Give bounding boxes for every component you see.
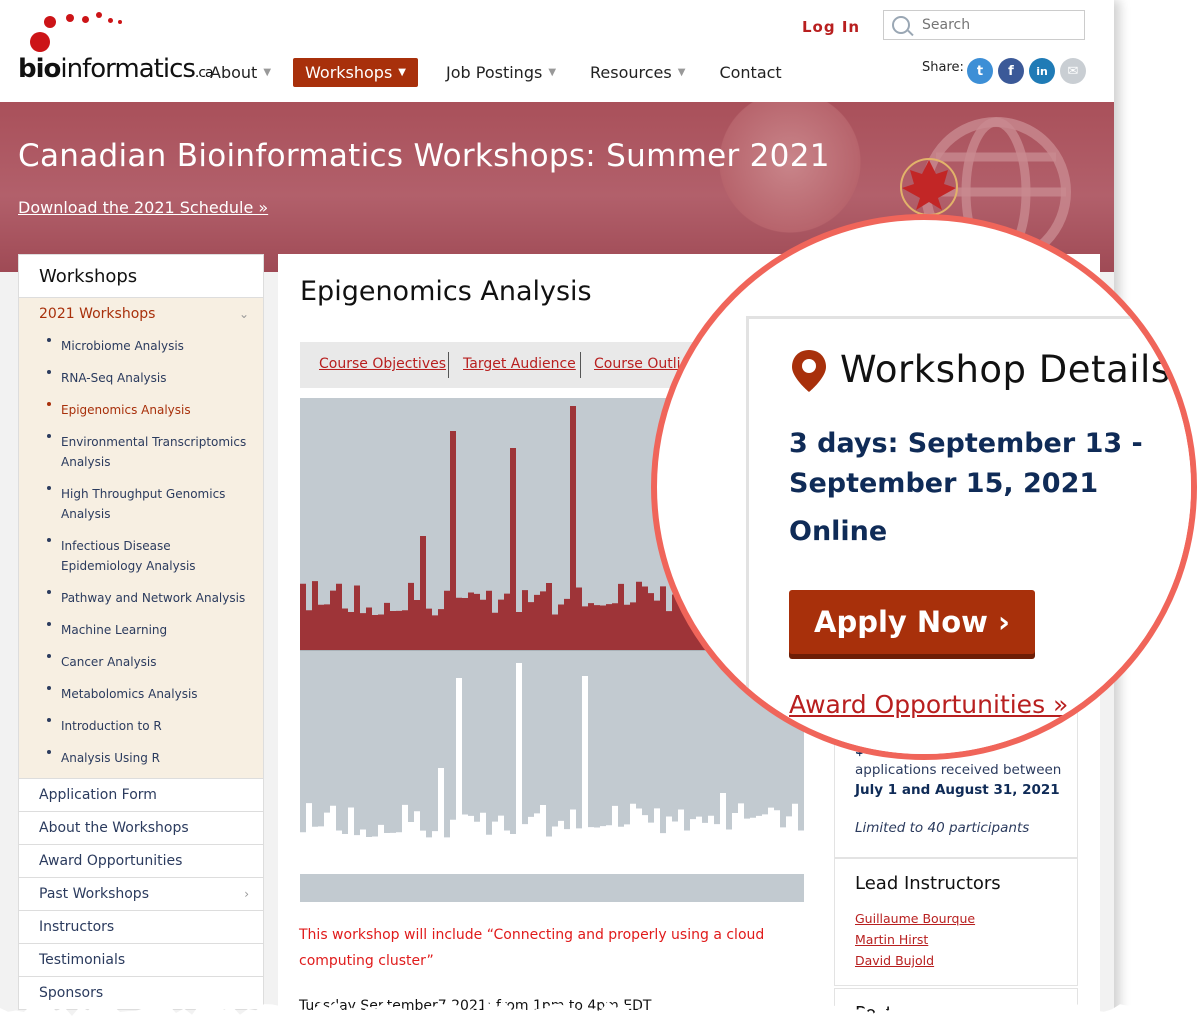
cloud-computing-note: This workshop will include “Connecting a… <box>299 927 765 969</box>
sidebar-link-instructors[interactable]: Instructors <box>18 911 264 944</box>
sidebar-link-about-workshops[interactable]: About the Workshops <box>18 812 264 845</box>
twitter-icon[interactable]: t <box>967 58 993 84</box>
chevron-down-icon: ▼ <box>548 66 557 78</box>
nav-about[interactable]: About ▼ <box>210 63 271 82</box>
email-icon[interactable]: ✉ <box>1060 58 1086 84</box>
search-box[interactable] <box>883 10 1085 40</box>
logo[interactable]: bioinformatics.ca <box>18 12 214 92</box>
chevron-down-icon: ▼ <box>398 66 406 78</box>
banner-title: Canadian Bioinformatics Workshops: Summe… <box>18 138 830 174</box>
sidebar-item-microbiome[interactable]: Microbiome Analysis <box>19 330 263 362</box>
workshop-details-title: Workshop Details <box>840 348 1171 391</box>
award-window: July 1 and August 31, 2021 <box>855 782 1060 798</box>
sidebar-link-award-opportunities[interactable]: Award Opportunities <box>18 845 264 878</box>
sidebar-item-environmental-transcriptomics[interactable]: Environmental Transcriptomics Analysis <box>19 426 263 478</box>
search-icon <box>892 16 910 34</box>
main-nav: About ▼ Workshops ▼ Job Postings ▼ Resource… <box>210 56 816 88</box>
logo-text: bioinformatics.ca <box>18 54 214 84</box>
logo-dot <box>66 14 74 22</box>
sidebar-link-application-form[interactable]: Application Form <box>18 778 264 812</box>
download-schedule-link[interactable]: Download the 2021 Schedule » <box>18 198 268 217</box>
site-header: bioinformatics.ca About ▼ Workshops ▼ Job … <box>0 0 1114 102</box>
sidebar-section-title[interactable]: 2021 Workshops ⌄ <box>19 298 263 330</box>
sidebar-item-high-throughput-genomics[interactable]: High Throughput Genomics Analysis <box>19 478 263 530</box>
chevron-down-icon: ▼ <box>677 66 686 78</box>
nav-resources[interactable]: Resources ▼ <box>590 63 685 82</box>
apply-now-button[interactable]: Apply Now › <box>789 590 1035 654</box>
workshop-dates: 3 days: September 13 - September 15, 202… <box>789 428 1143 499</box>
sidebar-link-past-workshops[interactable]: Past Workshops › <box>18 878 264 911</box>
sidebar: Workshops 2021 Workshops ⌄ Microbiome Ana… <box>18 254 264 1010</box>
nav-workshops[interactable]: Workshops ▼ <box>293 57 418 87</box>
logo-dot <box>118 20 122 24</box>
chevron-down-icon: ▼ <box>263 66 272 78</box>
logo-dot <box>44 16 56 28</box>
share-label: Share: <box>922 60 964 75</box>
login-link[interactable]: Log In <box>802 18 860 36</box>
genome-track-base <box>300 848 804 874</box>
sidebar-item-analysis-using-r[interactable]: Analysis Using R <box>19 742 263 774</box>
instructor-link[interactable]: Martin Hirst <box>855 932 928 947</box>
sidebar-item-metabolomics[interactable]: Metabolomics Analysis <box>19 678 263 710</box>
instructor-link[interactable]: David Bujold <box>855 953 934 968</box>
sidebar-link-testimonials[interactable]: Testimonials <box>18 944 264 977</box>
torn-edge <box>0 1000 1200 1028</box>
award-text: applications received between <box>855 762 1062 778</box>
nav-contact[interactable]: Contact <box>719 63 781 82</box>
sidebar-item-infectious-disease[interactable]: Infectious Disease Epidemiology Analysis <box>19 530 263 582</box>
sidebar-heading: Workshops <box>18 254 264 298</box>
tab-target-audience[interactable]: Target Audience <box>463 356 576 372</box>
logo-dot <box>108 18 113 23</box>
instructors-heading: Lead Instructors <box>855 873 1001 894</box>
page-title: Epigenomics Analysis <box>300 276 592 307</box>
linkedin-icon[interactable]: in <box>1029 58 1055 84</box>
sidebar-item-epigenomics[interactable]: Epigenomics Analysis <box>19 394 263 426</box>
facebook-icon[interactable]: f <box>998 58 1024 84</box>
logo-dot <box>30 32 50 52</box>
sidebar-item-pathway-network[interactable]: Pathway and Network Analysis <box>19 582 263 614</box>
magnified-details: Workshop Details 3 days: September 13 - … <box>657 220 1191 754</box>
torn-edge-shape <box>0 1000 1200 1028</box>
sidebar-item-machine-learning[interactable]: Machine Learning <box>19 614 263 646</box>
award-opportunities-link[interactable]: Award Opportunities » <box>789 690 1068 719</box>
location-pin-icon <box>792 350 826 392</box>
lead-instructors-card: Lead Instructors Guillaume Bourque Marti… <box>834 858 1078 986</box>
tab-divider <box>580 352 581 378</box>
workshop-location: Online <box>789 516 888 547</box>
chevron-right-icon: › <box>244 887 249 901</box>
sidebar-workshop-list: Microbiome Analysis RNA-Seq Analysis Epi… <box>19 330 263 778</box>
nav-job-postings[interactable]: Job Postings ▼ <box>446 63 556 82</box>
logo-dot <box>96 12 102 18</box>
tab-divider <box>448 352 449 378</box>
chevron-down-icon: ⌄ <box>238 307 249 321</box>
sidebar-section-2021: 2021 Workshops ⌄ Microbiome Analysis RNA-… <box>18 298 264 778</box>
instructor-link[interactable]: Guillaume Bourque <box>855 911 975 926</box>
participant-limit: Limited to 40 participants <box>855 820 1030 836</box>
tab-course-objectives[interactable]: Course Objectives <box>319 356 446 372</box>
sidebar-item-rna-seq[interactable]: RNA-Seq Analysis <box>19 362 263 394</box>
logo-dot <box>82 16 89 23</box>
search-input[interactable] <box>920 16 1074 34</box>
sidebar-item-intro-to-r[interactable]: Introduction to R <box>19 710 263 742</box>
magnifier-callout: Workshop Details 3 days: September 13 - … <box>651 214 1197 760</box>
sidebar-item-cancer[interactable]: Cancer Analysis <box>19 646 263 678</box>
